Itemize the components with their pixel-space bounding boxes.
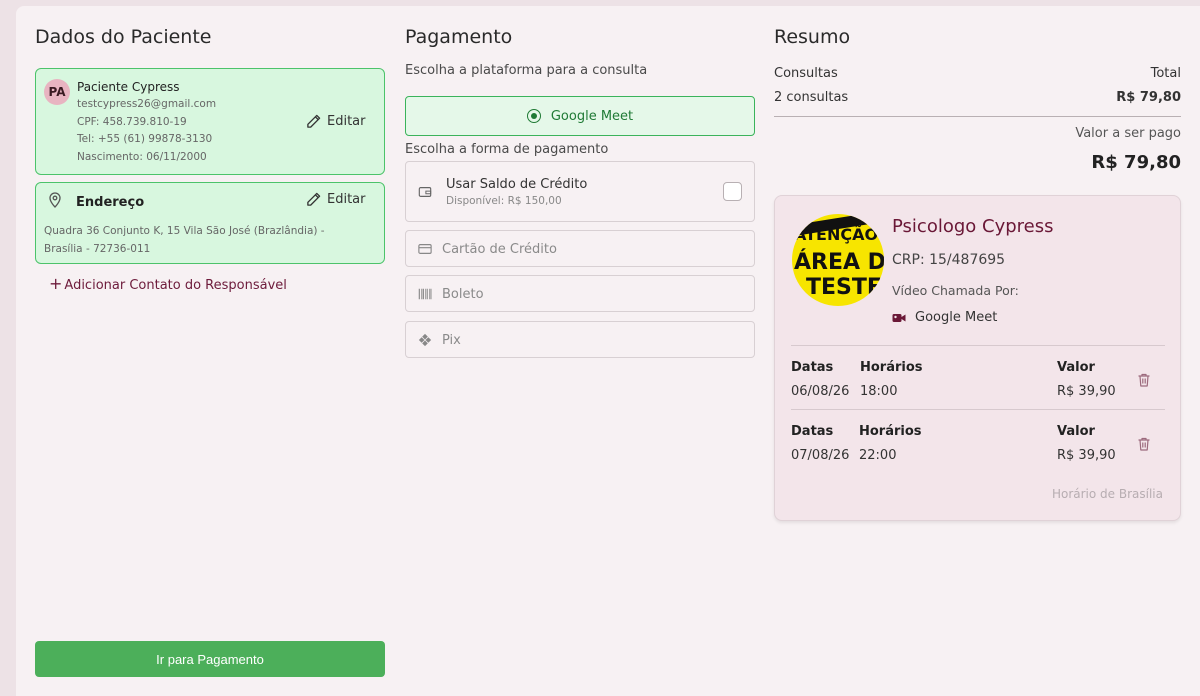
professional-crp: CRP: 15/487695 <box>892 252 1006 268</box>
credit-title: Usar Saldo de Crédito <box>446 177 588 192</box>
appointment-date: 06/08/26 <box>791 384 850 399</box>
avatar-text-line-1: ATENÇÃO <box>794 225 879 244</box>
credit-card-icon <box>418 244 432 254</box>
edit-address-button[interactable]: Editar <box>306 192 366 207</box>
patient-birthdate: Nascimento: 06/11/2000 <box>77 151 207 163</box>
trash-icon[interactable] <box>1136 436 1152 452</box>
use-credit-option[interactable]: Usar Saldo de Crédito Disponível: R$ 150… <box>405 161 755 222</box>
appointment-value: R$ 39,90 <box>1057 448 1116 463</box>
edit-patient-button[interactable]: Editar <box>306 114 366 129</box>
summary-section-title: Resumo <box>774 26 851 48</box>
summary-count: 2 consultas <box>774 90 849 105</box>
add-contact-label: Adicionar Contato do Responsável <box>64 278 287 293</box>
summary-divider <box>774 116 1181 117</box>
platform-label: Escolha a plataforma para a consulta <box>405 63 648 78</box>
patient-email: testcypress26@gmail.com <box>77 98 217 110</box>
appointment-time-header: Horários <box>860 360 923 375</box>
credit-available: Disponível: R$ 150,00 <box>446 195 562 207</box>
appointment-value-header: Valor <box>1057 360 1095 375</box>
video-call-label: Vídeo Chamada Por: <box>892 283 1019 298</box>
video-camera-icon <box>892 313 906 322</box>
appointment-time: 18:00 <box>860 384 898 399</box>
address-title: Endereço <box>76 195 145 210</box>
checkout-card: Dados do Paciente PA Paciente Cypress te… <box>16 6 1200 696</box>
location-pin-icon <box>49 192 61 208</box>
appointment-date-header: Datas <box>791 360 834 375</box>
payment-section-title: Pagamento <box>405 26 513 48</box>
patient-avatar: PA <box>44 79 70 105</box>
payment-option-credit-card[interactable]: Cartão de Crédito <box>405 230 755 267</box>
payment-method-label: Escolha a forma de pagamento <box>405 142 609 157</box>
barcode-icon <box>418 288 432 300</box>
trash-icon[interactable] <box>1136 372 1152 388</box>
radio-selected-icon <box>526 109 541 123</box>
appointment-value: R$ 39,90 <box>1057 384 1116 399</box>
appointment-value-header: Valor <box>1057 424 1095 439</box>
platform-option-label: Google Meet <box>550 108 634 124</box>
avatar-text-line-3: TESTE <box>806 275 882 300</box>
appointment-row: Datas Horários Valor 06/08/26 18:00 R$ 3… <box>791 345 1165 409</box>
appointment-date: 07/08/26 <box>791 448 850 463</box>
pix-icon <box>418 333 432 347</box>
pencil-icon <box>307 114 321 128</box>
boleto-label: Boleto <box>442 287 484 302</box>
patient-cpf: CPF: 458.739.810-19 <box>77 116 187 128</box>
professional-card: ATENÇÃO ÁREA DE TESTE Psicologo Cypress … <box>774 195 1181 521</box>
appointment-time-header: Horários <box>859 424 922 439</box>
payment-option-pix[interactable]: Pix <box>405 321 755 358</box>
payment-option-boleto[interactable]: Boleto <box>405 275 755 312</box>
platform-option-google-meet[interactable]: Google Meet <box>405 96 755 136</box>
amount-to-pay-value: R$ 79,80 <box>1091 152 1181 173</box>
appointment-date-header: Datas <box>791 424 834 439</box>
credit-card-label: Cartão de Crédito <box>442 242 557 257</box>
timezone-note: Horário de Brasília <box>1051 487 1163 501</box>
plus-icon: + <box>49 274 63 293</box>
address-text: Quadra 36 Conjunto K, 15 Vila São José (… <box>44 225 325 255</box>
address-card: Endereço Editar Quadra 36 Conjunto K, 15… <box>35 182 385 264</box>
amount-to-pay-label: Valor a ser pago <box>1075 126 1181 141</box>
wallet-icon <box>418 187 432 197</box>
edit-address-label: Editar <box>327 192 366 207</box>
patient-name: Paciente Cypress <box>77 80 180 94</box>
summary-total: R$ 79,80 <box>1116 90 1181 105</box>
professional-avatar: ATENÇÃO ÁREA DE TESTE <box>792 214 884 306</box>
go-to-payment-button[interactable]: Ir para Pagamento <box>35 641 385 677</box>
video-platform: Google Meet <box>892 310 997 325</box>
professional-name: Psicologo Cypress <box>892 216 1054 237</box>
edit-patient-label: Editar <box>327 114 366 129</box>
pix-label: Pix <box>442 333 461 348</box>
summary-values-row: 2 consultas R$ 79,80 <box>774 90 1181 105</box>
patient-info-card: PA Paciente Cypress testcypress26@gmail.… <box>35 68 385 175</box>
patient-section-title: Dados do Paciente <box>35 26 212 48</box>
summary-consultas-header: Consultas <box>774 66 838 81</box>
avatar-text-line-2: ÁREA DE <box>794 250 884 275</box>
add-guardian-contact-link[interactable]: + Adicionar Contato do Responsável <box>49 274 287 293</box>
appointment-time: 22:00 <box>859 448 897 463</box>
pencil-icon <box>307 192 321 206</box>
video-platform-label: Google Meet <box>915 310 998 325</box>
appointment-row: Datas Horários Valor 07/08/26 22:00 R$ 3… <box>791 409 1165 473</box>
patient-phone: Tel: +55 (61) 99878-3130 <box>77 133 213 145</box>
summary-total-header: Total <box>1150 66 1181 81</box>
summary-header-row: Consultas Total <box>774 66 1181 81</box>
use-credit-checkbox[interactable] <box>723 182 742 201</box>
